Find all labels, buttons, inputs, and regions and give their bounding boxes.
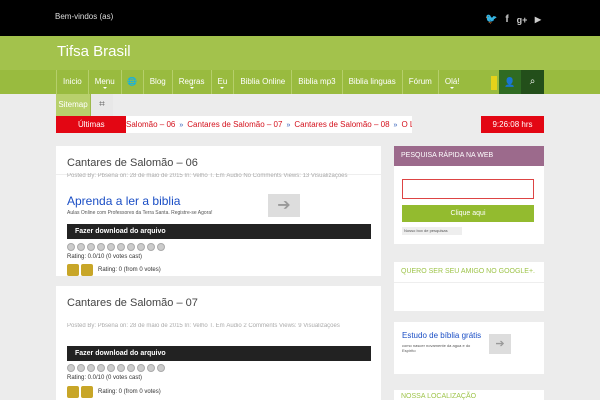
search-widget-title: PESQUISA RÁPIDA NA WEB [394, 146, 544, 166]
star-rating[interactable] [67, 364, 165, 372]
ticker-separator-icon: » [393, 122, 398, 129]
ticker-item[interactable]: O Livro de [401, 120, 412, 129]
search-button[interactable]: Clique aqui [402, 205, 534, 222]
star-rating[interactable] [67, 243, 165, 251]
news-ticker: Salomão – 06» Cantares de Salomão – 07» Ca… [126, 116, 412, 133]
ticker-item[interactable]: Salomão – 06 [126, 120, 175, 129]
friend-widget-title: QUERO SER SEU AMIGO NO GOOGLE+. [394, 262, 544, 282]
thumb-down-icon[interactable] [81, 264, 94, 276]
thumbs[interactable] [67, 264, 94, 278]
nav-item[interactable]: Regras [171, 70, 211, 94]
post-meta: Posted By: Pbsena on: 28 de maio de 2015… [67, 323, 340, 329]
rating-text: Rating: 0.0/10 (0 votes cast) [67, 254, 143, 260]
ad-arrow-icon[interactable]: ➔ [489, 334, 511, 354]
welcome-text: Bem-vindos (as) [55, 12, 114, 21]
rating-votes: Rating: 0 (from 0 votes) [98, 267, 161, 273]
nav-row-2: Sitemap ⌗ [56, 94, 113, 116]
search-icon[interactable]: ⌕ [521, 70, 544, 94]
search-input[interactable] [402, 179, 534, 199]
thumbs[interactable] [67, 386, 94, 400]
nav-item[interactable]: Inicio [56, 70, 88, 94]
ticker-separator-icon: » [179, 122, 184, 129]
nav-indicator [491, 76, 497, 90]
thumb-down-icon[interactable] [81, 386, 94, 398]
facebook-icon[interactable]: f [501, 14, 513, 26]
main-nav: Inicio Menu 🌐 Blog Regras Eu Biblia Online Bibl… [56, 70, 466, 94]
post-card: Cantares de Salomão – 06 Posted By: Pbse… [56, 146, 381, 276]
twitter-icon[interactable]: 🐦 [485, 14, 497, 26]
ticker-item[interactable]: Cantares de Salomão – 07 [187, 120, 282, 129]
nav-item[interactable]: Biblia Online [233, 70, 291, 94]
friend-widget [394, 283, 544, 311]
googleplus-icon[interactable]: g+ [516, 14, 528, 26]
ad-banner[interactable]: Aprenda a ler a biblia Aulas Online com … [67, 194, 371, 221]
nav-item[interactable]: Biblia linguas [341, 70, 402, 94]
post-title[interactable]: Cantares de Salomão – 07 [67, 297, 198, 309]
site-title[interactable]: Tifsa Brasil [57, 43, 131, 60]
user-icon[interactable]: 👤 [499, 70, 521, 94]
ticker-label: Últimas [56, 116, 126, 133]
sitemap-icon[interactable]: ⌗ [91, 94, 113, 116]
rating-votes: Rating: 0 (from 0 votes) [98, 389, 161, 395]
download-bar[interactable]: Fazer download do arquivo [67, 224, 371, 239]
ad-subtitle: Aulas Online com Professores da Terra Sa… [67, 210, 213, 216]
ad-arrow-icon[interactable]: ➔ [268, 194, 300, 217]
nav-item[interactable]: Blog [142, 70, 172, 94]
sidebar-ad-title[interactable]: Estudo de bíblia grátis [402, 331, 481, 340]
thumb-up-icon[interactable] [67, 386, 79, 398]
post-title[interactable]: Cantares de Salomão – 06 [67, 157, 198, 169]
thumb-up-icon[interactable] [67, 264, 79, 276]
nav-item[interactable]: Olá! [437, 70, 466, 94]
globe-icon[interactable]: 🌐 [120, 70, 143, 94]
download-bar[interactable]: Fazer download do arquivo [67, 346, 371, 361]
post-meta: Posted By: Pbsena on: 28 de maio de 2015… [67, 173, 348, 179]
ticker-item[interactable]: Cantares de Salomão – 08 [294, 120, 389, 129]
nav-item[interactable]: Fórum [401, 70, 438, 94]
nav-item-sitemap[interactable]: Sitemap [56, 94, 91, 116]
search-brand: Nosso box de pesquisas [402, 227, 462, 235]
sidebar-ad-subtitle: como nascer novamente da agua e do Espír… [402, 343, 471, 353]
ad-title[interactable]: Aprenda a ler a biblia [67, 194, 180, 208]
post-card: Cantares de Salomão – 07 Posted By: Pbse… [56, 286, 381, 400]
rating-text: Rating: 0.0/10 (0 votes cast) [67, 375, 143, 381]
nav-item[interactable]: Menu [87, 70, 121, 94]
ticker-separator-icon: » [286, 122, 291, 129]
nav-item[interactable]: Biblia mp3 [291, 70, 341, 94]
nav-item[interactable]: Eu [210, 70, 234, 94]
location-widget-title: NOSSA LOCALIZAÇÃO [394, 390, 544, 400]
sidebar-ad[interactable]: Estudo de bíblia grátis como nascer nova… [394, 322, 544, 374]
clock: 9:26:08 hrs [481, 116, 544, 133]
youtube-icon[interactable]: ▶ [532, 14, 544, 26]
